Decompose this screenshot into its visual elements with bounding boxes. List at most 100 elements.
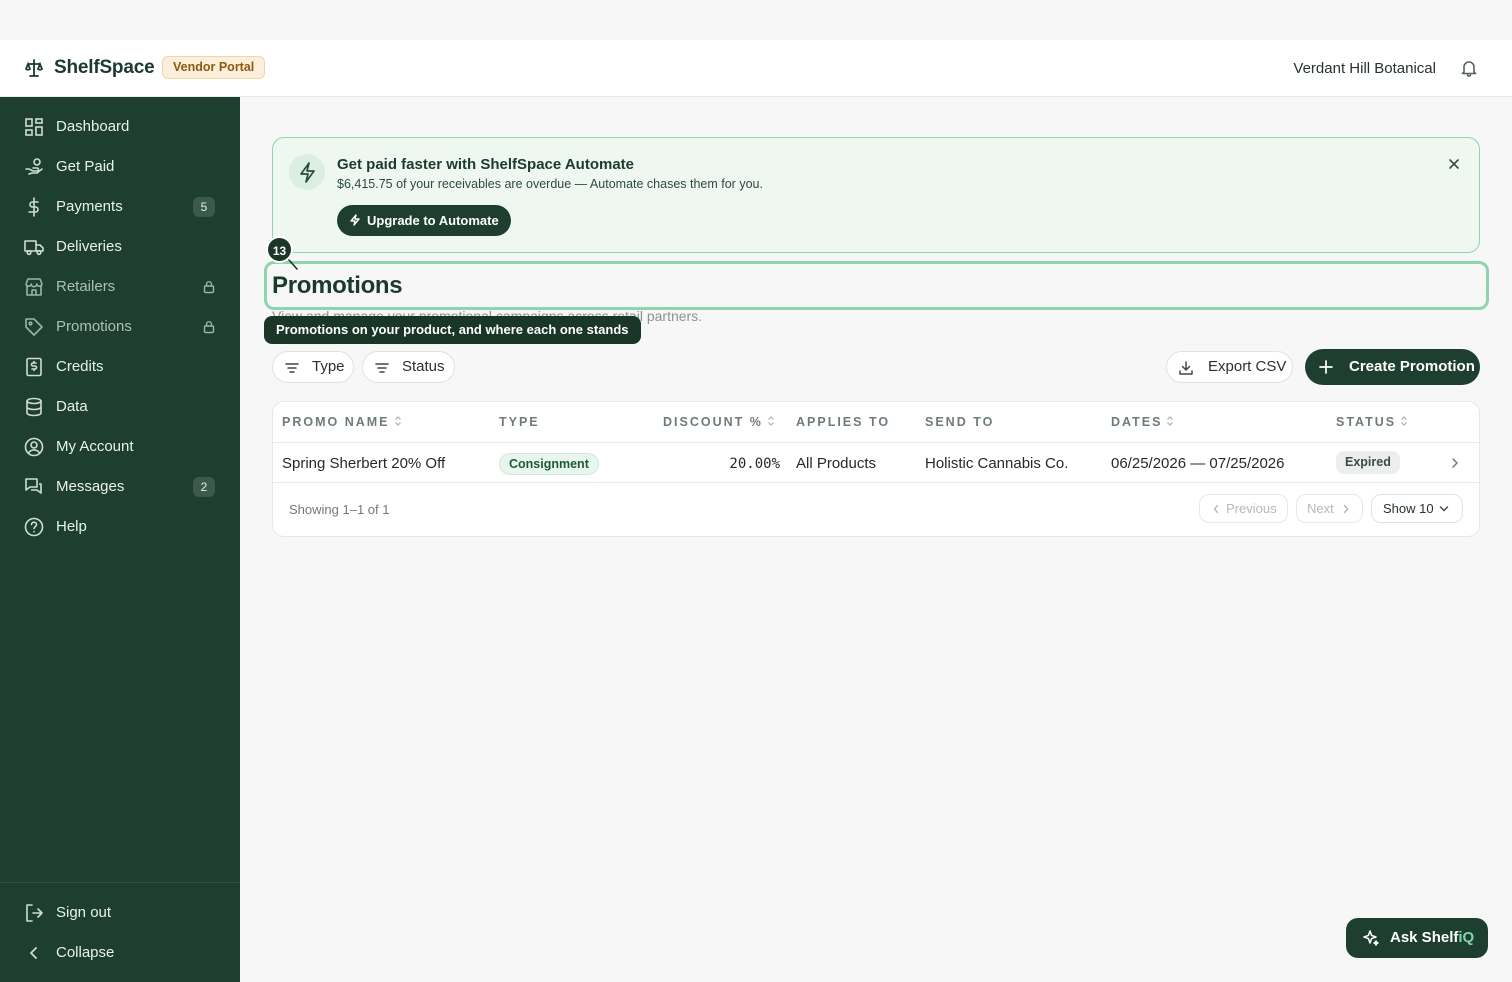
sign-out-icon xyxy=(26,904,43,922)
dollar-icon xyxy=(28,197,39,217)
chevron-down-icon xyxy=(1439,506,1449,512)
sidebar-item-deliveries[interactable]: Deliveries xyxy=(0,227,240,267)
sort-icon xyxy=(1401,416,1408,426)
column-header-send-to: SEND TO xyxy=(925,415,995,429)
chevron-left-icon xyxy=(30,947,37,959)
dashboard-icon xyxy=(25,118,43,136)
tour-tooltip: Promotions on your product, and where ea… xyxy=(264,316,641,344)
sidebar-item-data[interactable]: Data xyxy=(0,387,240,427)
messages-count-badge: 2 xyxy=(193,477,215,497)
next-page-button[interactable]: Next xyxy=(1296,494,1363,523)
messages-icon xyxy=(25,478,42,494)
promotions-table: PROMO NAME TYPE DISCOUNT % APPLIES TO SE… xyxy=(272,401,1480,537)
ask-label-accent: iQ xyxy=(1458,929,1475,946)
top-header: ShelfSpace Vendor Portal Verdant Hill Bo… xyxy=(0,40,1512,97)
sidebar-item-label: Payments xyxy=(56,198,123,215)
sidebar-item-label: Data xyxy=(56,398,88,415)
payments-count-badge: 5 xyxy=(193,197,215,217)
sidebar: Dashboard Get Paid Payments 5 Deliveries… xyxy=(0,97,240,982)
cell-dates: 06/25/2026 — 07/25/2026 xyxy=(1111,455,1285,472)
sign-out-label: Sign out xyxy=(56,904,112,921)
sidebar-item-my-account[interactable]: My Account xyxy=(0,427,240,467)
sidebar-item-credits[interactable]: Credits xyxy=(0,347,240,387)
create-promotion-label: Create Promotion xyxy=(1349,358,1475,375)
tour-highlight-ring xyxy=(264,261,1489,310)
export-csv-button[interactable]: Export CSV xyxy=(1166,351,1293,383)
sidebar-item-messages[interactable]: Messages 2 xyxy=(0,467,240,507)
sidebar-item-label: Promotions xyxy=(56,318,132,335)
upgrade-button-label: Upgrade to Automate xyxy=(367,213,499,228)
automate-upsell-banner: Get paid faster with ShelfSpace Automate… xyxy=(272,137,1480,253)
plus-icon xyxy=(1319,360,1333,374)
sparkle-icon xyxy=(1363,930,1379,946)
previous-page-button[interactable]: Previous xyxy=(1199,494,1288,523)
chevron-right-icon xyxy=(1343,504,1349,514)
ask-label-main: Ask Shelf xyxy=(1390,929,1459,946)
database-icon xyxy=(26,397,42,417)
column-header-dates[interactable]: DATES xyxy=(1111,415,1174,429)
sort-icon xyxy=(394,416,401,426)
column-header-promo-name[interactable]: PROMO NAME xyxy=(282,415,402,429)
sidebar-item-label: Dashboard xyxy=(56,118,130,135)
page-size-select[interactable]: Show 10 xyxy=(1371,494,1463,523)
column-header-label: DISCOUNT % xyxy=(663,415,763,429)
receipt-icon xyxy=(26,357,42,377)
create-promotion-button[interactable]: Create Promotion xyxy=(1305,349,1480,385)
cell-applies-to: All Products xyxy=(796,455,877,472)
lightning-icon xyxy=(300,162,315,183)
sidebar-item-label: Deliveries xyxy=(56,238,122,255)
banner-subtitle: $6,415.75 of your receivables are overdu… xyxy=(337,177,763,191)
collapse-sidebar-button[interactable]: Collapse xyxy=(0,933,240,973)
table-header: PROMO NAME TYPE DISCOUNT % APPLIES TO SE… xyxy=(273,402,1479,443)
help-icon xyxy=(24,517,44,537)
truck-icon xyxy=(24,240,44,256)
upgrade-to-automate-button[interactable]: Upgrade to Automate xyxy=(337,205,511,236)
sidebar-divider xyxy=(0,882,240,883)
filter-type-label: Type xyxy=(312,358,345,375)
chevron-left-icon xyxy=(1213,504,1219,514)
scale-logo-icon xyxy=(24,59,44,77)
column-header-status[interactable]: STATUS xyxy=(1336,415,1408,429)
tour-pointer-icon xyxy=(288,259,298,270)
brand-name[interactable]: ShelfSpace xyxy=(54,57,155,79)
column-header-discount[interactable]: DISCOUNT % xyxy=(663,415,775,429)
store-icon xyxy=(25,278,43,296)
browser-top-strip xyxy=(0,0,1512,40)
table-row[interactable]: Spring Sherbert 20% Off Consignment 20.0… xyxy=(273,443,1479,483)
page-size-label: Show 10 xyxy=(1383,501,1434,516)
user-circle-icon xyxy=(24,437,44,457)
bell-icon[interactable] xyxy=(1460,59,1478,77)
sidebar-item-promotions[interactable]: Promotions xyxy=(0,307,240,347)
column-header-type: TYPE xyxy=(499,415,540,429)
sort-icon xyxy=(1167,416,1174,426)
export-csv-label: Export CSV xyxy=(1208,358,1287,375)
sidebar-item-label: Help xyxy=(56,518,87,535)
sort-icon xyxy=(767,416,774,426)
chevron-right-icon[interactable] xyxy=(1449,456,1461,470)
sidebar-item-dashboard[interactable]: Dashboard xyxy=(0,107,240,147)
cell-promo-name: Spring Sherbert 20% Off xyxy=(282,455,446,472)
ask-shelfiq-label: Ask ShelfiQ xyxy=(1390,918,1474,958)
filter-type-button[interactable]: Type xyxy=(272,351,354,383)
type-badge: Consignment xyxy=(499,453,599,475)
hand-coins-icon xyxy=(25,158,43,175)
sidebar-item-help[interactable]: Help xyxy=(0,507,240,547)
filter-icon xyxy=(375,363,389,373)
sign-out-button[interactable]: Sign out xyxy=(0,893,240,933)
tag-icon xyxy=(25,318,43,336)
filter-status-button[interactable]: Status xyxy=(362,351,455,383)
close-icon[interactable] xyxy=(1447,157,1461,171)
sidebar-item-get-paid[interactable]: Get Paid xyxy=(0,147,240,187)
collapse-label: Collapse xyxy=(56,944,115,961)
next-label: Next xyxy=(1307,501,1334,516)
sidebar-item-retailers[interactable]: Retailers xyxy=(0,267,240,307)
lock-icon xyxy=(203,321,215,334)
sidebar-item-label: Credits xyxy=(56,358,104,375)
banner-icon-wrap xyxy=(289,154,325,190)
account-name[interactable]: Verdant Hill Botanical xyxy=(1293,60,1436,77)
ask-shelfiq-button[interactable]: Ask ShelfiQ xyxy=(1346,918,1488,958)
lightning-icon xyxy=(350,214,360,226)
download-icon xyxy=(1179,361,1193,375)
lock-icon xyxy=(203,281,215,294)
sidebar-item-payments[interactable]: Payments 5 xyxy=(0,187,240,227)
